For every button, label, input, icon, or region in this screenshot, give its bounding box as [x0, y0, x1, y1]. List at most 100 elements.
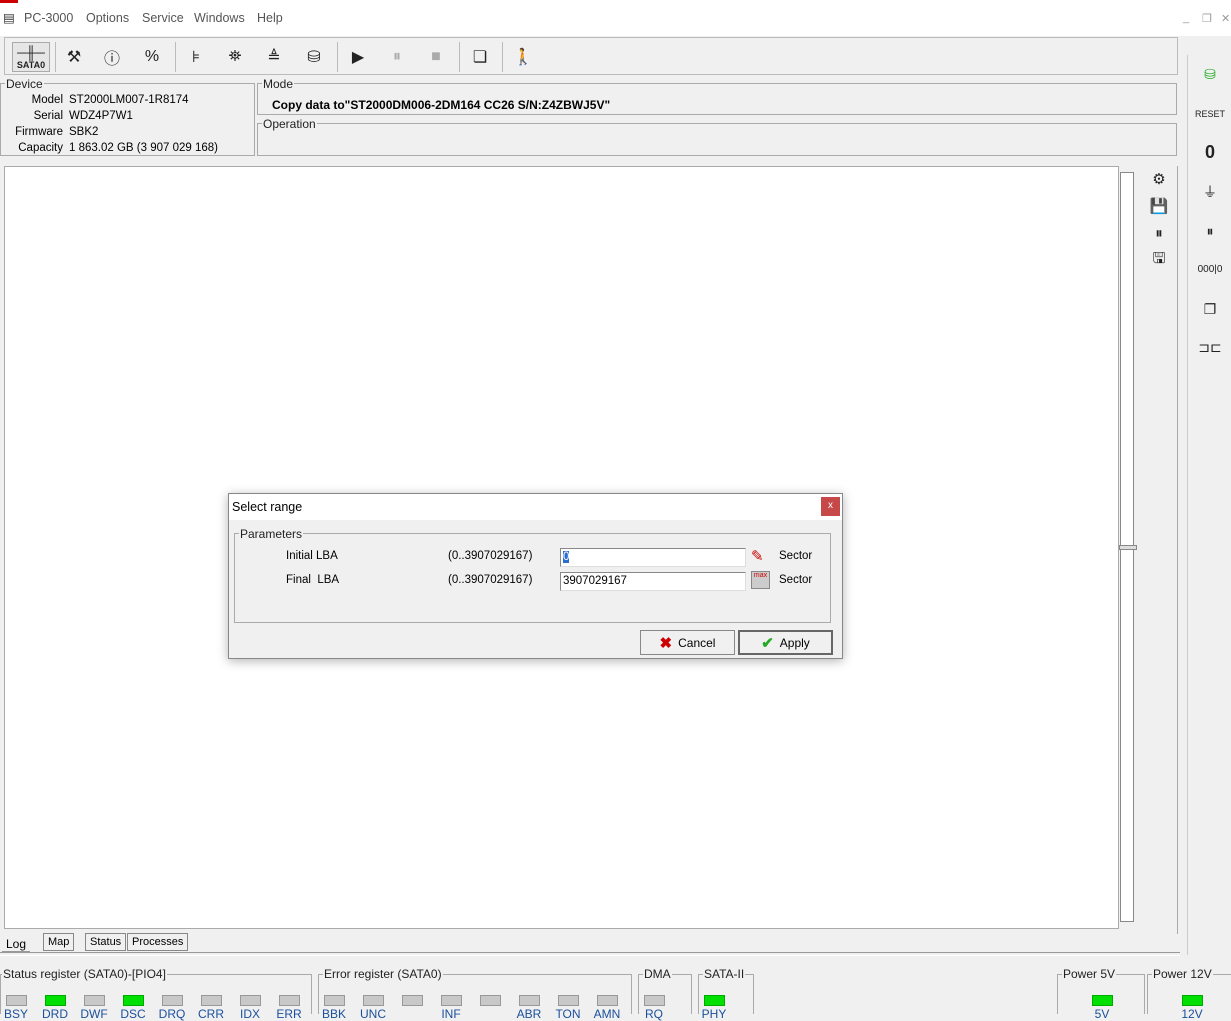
stop-icon[interactable]: ■: [421, 42, 451, 72]
power-5v-group: Power 5V 5V: [1057, 967, 1145, 1021]
port-sata0-button[interactable]: ─╫─ SATA0: [12, 42, 50, 72]
led-blank-2: [402, 995, 423, 1006]
windows-icon[interactable]: ❏: [465, 42, 495, 72]
select-range-dialog: Select range x Parameters Initial LBA (0…: [228, 493, 843, 659]
save-icon[interactable]: 💾: [1148, 195, 1170, 217]
tools-icon[interactable]: ⚒: [59, 42, 89, 72]
led-label: DSC: [120, 1007, 146, 1021]
operation-label: Operation: [262, 117, 317, 131]
led-label: RQ: [645, 1007, 663, 1021]
led-label: DRQ: [158, 1007, 186, 1021]
minimize-icon[interactable]: _: [1183, 12, 1189, 24]
zero-position-icon[interactable]: 0: [1196, 138, 1224, 166]
led-phy: [704, 995, 725, 1006]
initial-lba-input[interactable]: 0: [560, 548, 746, 567]
exit-icon[interactable]: 🚶: [508, 42, 538, 72]
tree-icon[interactable]: ⊧: [181, 42, 211, 72]
status-register-label: Status register (SATA0)-[PIO4]: [2, 967, 167, 981]
led-label: BSY: [3, 1007, 28, 1021]
port-icon: ─╫─: [17, 44, 45, 60]
tab-status[interactable]: Status: [85, 933, 127, 951]
initial-lba-range: (0..3907029167): [448, 550, 533, 562]
model-value: ST2000LM007-1R8174: [69, 94, 189, 106]
filter-icon[interactable]: ≜: [259, 42, 289, 72]
device-panel: Device Model ST2000LM007-1R8174 Serial WDZ…: [0, 77, 255, 156]
led-drd: [45, 995, 66, 1006]
led-bsy: [6, 995, 27, 1006]
settings-doc-icon[interactable]: ⚙: [1148, 168, 1170, 190]
menu-app[interactable]: PC-3000: [24, 11, 73, 25]
port-label: SATA0: [16, 59, 46, 70]
tab-log[interactable]: Log: [2, 935, 31, 953]
led-ton: [558, 995, 579, 1006]
led-label: AMN: [593, 1007, 621, 1021]
menu-help[interactable]: Help: [257, 11, 283, 25]
led-label: ABR: [516, 1007, 542, 1021]
menu-options[interactable]: Options: [86, 11, 129, 25]
error-register-group: Error register (SATA0) BBK UNC INF ABR TON AMN: [318, 967, 632, 1021]
percent-icon[interactable]: %: [137, 42, 167, 72]
model-key: Model: [31, 94, 63, 106]
save-as-icon[interactable]: 🖫: [1148, 249, 1170, 271]
dma-group: DMA RQ: [638, 967, 692, 1021]
reset-icon[interactable]: RESET: [1195, 100, 1225, 128]
led-drq: [162, 995, 183, 1006]
pause-right-icon[interactable]: ⏸: [1196, 217, 1224, 245]
disk-filter-icon[interactable]: ⛁: [299, 42, 329, 72]
tab-map[interactable]: Map: [43, 933, 75, 951]
led-inf: [441, 995, 462, 1006]
drive-info-icon[interactable]: ⓘ: [97, 42, 127, 72]
led-blank-4: [480, 995, 501, 1006]
slider-handle[interactable]: [1119, 545, 1137, 550]
final-lba-range: (0..3907029167): [448, 574, 533, 586]
power-switch-icon[interactable]: ⏚: [1196, 178, 1224, 206]
menu-bar: ▤ PC-3000 Options Service Windows Help _…: [0, 0, 1231, 36]
sata-label: SATA-II: [703, 967, 746, 981]
led-label: 12V: [1181, 1007, 1203, 1021]
pause-icon[interactable]: ⏸: [382, 42, 412, 72]
led-label: INF: [441, 1007, 461, 1021]
connector-icon[interactable]: ⊐⊏: [1196, 333, 1224, 361]
restore-icon[interactable]: ❐: [1202, 12, 1212, 25]
capacity-key: Capacity: [18, 142, 63, 154]
max-icon[interactable]: max: [751, 571, 770, 589]
initial-lba-value: 0: [563, 551, 570, 563]
menu-windows[interactable]: Windows: [194, 11, 245, 25]
led-label: BBK: [321, 1007, 346, 1021]
pause-log-icon[interactable]: ⏸: [1148, 222, 1170, 244]
close-icon[interactable]: ✕: [1221, 12, 1230, 25]
power-12v-label: Power 12V: [1152, 967, 1213, 981]
pick-icon[interactable]: ✎: [751, 547, 764, 565]
binoculars-icon[interactable]: ⛯: [220, 42, 250, 72]
initial-lba-unit: Sector: [779, 550, 813, 562]
led-label: PHY: [701, 1007, 727, 1021]
tab-processes[interactable]: Processes: [127, 933, 189, 951]
tab-bar: Log Map Status Processes: [0, 931, 1180, 953]
led-label: 5V: [1094, 1007, 1110, 1021]
led-5v: [1092, 995, 1113, 1006]
initial-lba-label: Initial LBA: [286, 550, 338, 562]
led-abr: [519, 995, 540, 1006]
copy-database-icon[interactable]: ⛁: [1196, 60, 1224, 88]
final-lba-input[interactable]: 3907029167: [560, 572, 746, 591]
pages-close-icon[interactable]: ❐: [1196, 295, 1224, 323]
led-label: CRR: [198, 1007, 224, 1021]
apply-label: Apply: [779, 635, 810, 650]
counter-icon[interactable]: 000|0: [1196, 255, 1224, 283]
led-bbk: [324, 995, 345, 1006]
led-label: UNC: [360, 1007, 386, 1021]
vertical-slider[interactable]: [1119, 172, 1137, 922]
apply-button[interactable]: ✔ Apply: [738, 630, 833, 655]
led-12v: [1182, 995, 1203, 1006]
led-rq: [644, 995, 665, 1006]
dialog-close-button[interactable]: x: [821, 497, 840, 516]
menu-service[interactable]: Service: [142, 11, 184, 25]
capacity-value: 1 863.02 GB (3 907 029 168): [69, 142, 218, 154]
mode-panel: Mode Copy data to"ST2000DM006-2DM164 CC2…: [257, 77, 1177, 115]
led-label: ERR: [276, 1007, 302, 1021]
play-icon[interactable]: ▶: [343, 42, 373, 72]
toolbar: ─╫─ SATA0 ⚒ ⓘ % ⊧ ⛯ ≜ ⛁ ▶ ⏸ ■ ❏ 🚶: [4, 37, 1178, 75]
cancel-button[interactable]: ✖ Cancel: [640, 630, 735, 655]
app-icon[interactable]: ▤: [3, 10, 15, 25]
power-12v-group: Power 12V 12V: [1147, 967, 1231, 1021]
